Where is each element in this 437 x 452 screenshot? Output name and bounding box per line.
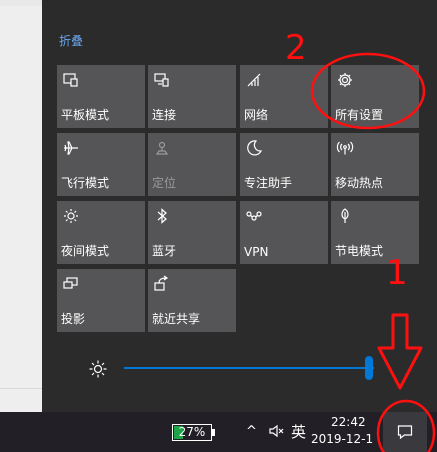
- tile-connect[interactable]: 连接: [148, 65, 236, 128]
- tile-label: 就近共享: [152, 312, 201, 326]
- night-light-icon: [62, 207, 80, 225]
- tablet-mode-icon: [62, 71, 80, 89]
- clock-date[interactable]: 2019-12-1: [311, 432, 373, 446]
- battery-indicator[interactable]: 27%: [172, 424, 215, 441]
- hotspot-icon: [336, 139, 354, 157]
- tile-location[interactable]: 定位: [148, 133, 236, 196]
- annotation-number-1: 1: [386, 253, 408, 293]
- battery-nub: [212, 429, 215, 436]
- tile-tablet-mode[interactable]: 平板模式: [57, 65, 145, 128]
- battery-saver-icon: [336, 207, 354, 225]
- project-icon: [62, 275, 80, 293]
- ime-indicator[interactable]: 英: [291, 421, 306, 442]
- tile-label: 平板模式: [61, 108, 110, 122]
- airplane-icon: [62, 139, 80, 157]
- tile-label: 蓝牙: [152, 244, 177, 258]
- tile-project[interactable]: 投影: [57, 269, 145, 332]
- tile-bluetooth[interactable]: 蓝牙: [148, 201, 236, 264]
- tile-nearby-share[interactable]: 就近共享: [148, 269, 236, 332]
- notification-icon: [397, 425, 413, 440]
- notification-center-button[interactable]: [383, 412, 427, 452]
- tile-network[interactable]: 网络: [240, 65, 328, 128]
- tile-label: 移动热点: [335, 176, 384, 190]
- brightness-slider-thumb[interactable]: [365, 356, 373, 380]
- tray-chevron-up-icon[interactable]: ^: [246, 424, 257, 439]
- tile-mobile-hotspot[interactable]: 移动热点: [331, 133, 419, 196]
- clock-time[interactable]: 22:42: [331, 415, 366, 429]
- background-stripe: [0, 0, 42, 6]
- tile-all-settings[interactable]: 所有设置: [331, 65, 419, 128]
- tile-label: 网络: [244, 108, 269, 122]
- tile-label: VPN: [244, 245, 269, 259]
- collapse-link[interactable]: 折叠: [59, 32, 83, 49]
- tile-airplane-mode[interactable]: 飞行模式: [57, 133, 145, 196]
- tile-label: 投影: [61, 312, 86, 326]
- tile-vpn[interactable]: VPN: [240, 201, 328, 264]
- tile-label: 夜间模式: [61, 244, 110, 258]
- network-icon: [245, 71, 263, 89]
- nearby-share-icon: [153, 275, 171, 293]
- annotation-number-2: 2: [285, 28, 307, 68]
- tile-night-light[interactable]: 夜间模式: [57, 201, 145, 264]
- tile-label: 定位: [152, 176, 177, 190]
- moon-icon: [245, 139, 263, 157]
- connect-icon: [153, 71, 171, 89]
- tile-focus-assist[interactable]: 专注助手: [240, 133, 328, 196]
- sun-icon: [88, 359, 108, 379]
- tile-label: 节电模式: [335, 244, 384, 258]
- tile-label: 连接: [152, 108, 177, 122]
- location-icon: [153, 139, 171, 157]
- gear-icon: [336, 71, 354, 89]
- background-divider: [0, 388, 42, 389]
- tile-label: 所有设置: [335, 108, 384, 122]
- bluetooth-icon: [153, 207, 171, 225]
- volume-muted-icon[interactable]: [268, 422, 286, 440]
- battery-percent: 27%: [178, 425, 206, 439]
- vpn-icon: [245, 207, 263, 225]
- background-window: [0, 0, 42, 412]
- brightness-slider-track[interactable]: [124, 367, 374, 369]
- tile-label: 专注助手: [244, 176, 293, 190]
- tile-label: 飞行模式: [61, 176, 110, 190]
